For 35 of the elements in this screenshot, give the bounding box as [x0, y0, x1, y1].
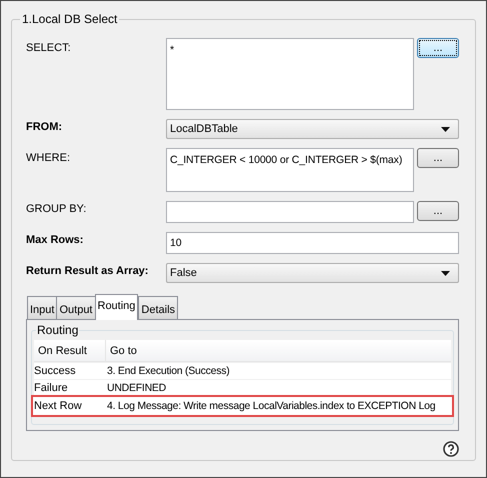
- input-field[interactable]: 10: [166, 232, 459, 254]
- table-row[interactable]: Success 3. End Execution (Success): [34, 363, 451, 379]
- table-cell-text: UNDEFINED: [107, 381, 166, 396]
- text-area[interactable]: C_INTERGER < 10000 or C_INTERGER > $(max): [166, 148, 414, 192]
- field-label: Return Result as Array:: [26, 264, 150, 279]
- help-icon[interactable]: [443, 441, 459, 457]
- browse-button[interactable]: ...: [417, 38, 459, 58]
- tab[interactable]: Input: [27, 296, 58, 319]
- field-label: WHERE:: [26, 151, 71, 166]
- field-label: Max Rows:: [26, 233, 84, 248]
- tab[interactable]: Routing: [94, 294, 138, 320]
- column-header[interactable]: On Result: [34, 340, 106, 361]
- table-cell-text: 3. End Execution (Success): [107, 364, 230, 379]
- field-label: FROM:: [26, 120, 64, 135]
- input-field[interactable]: [166, 201, 414, 223]
- table-cell-text: Next Row: [34, 399, 83, 414]
- tab[interactable]: Details: [138, 296, 178, 319]
- tab[interactable]: Output: [56, 296, 96, 319]
- text-area[interactable]: *: [166, 38, 414, 110]
- browse-button[interactable]: ...: [417, 201, 459, 221]
- browse-button[interactable]: ...: [417, 148, 459, 168]
- table-cell-text: Success: [34, 364, 77, 379]
- dropdown[interactable]: False: [166, 263, 459, 283]
- routing-title: Routing: [36, 323, 80, 337]
- dropdown[interactable]: LocalDBTable: [166, 119, 459, 139]
- table-row[interactable]: Failure UNDEFINED: [34, 380, 451, 396]
- dropdown-caret-icon: [441, 126, 450, 132]
- table-cell-text: Failure: [34, 381, 69, 396]
- dropdown-caret-icon: [441, 270, 450, 276]
- column-header[interactable]: Go to: [106, 340, 451, 361]
- field-label: SELECT:: [26, 41, 72, 56]
- table-cell-text: 4. Log Message: Write message LocalVariables.index to EXCEPTION Log: [107, 399, 436, 414]
- table-row[interactable]: Next Row 4. Log Message: Write message LocalVariables.index to EXCEPTION Log: [31, 395, 454, 417]
- group-title: 1.Local DB Select: [20, 12, 120, 26]
- field-label: GROUP BY:: [26, 202, 88, 217]
